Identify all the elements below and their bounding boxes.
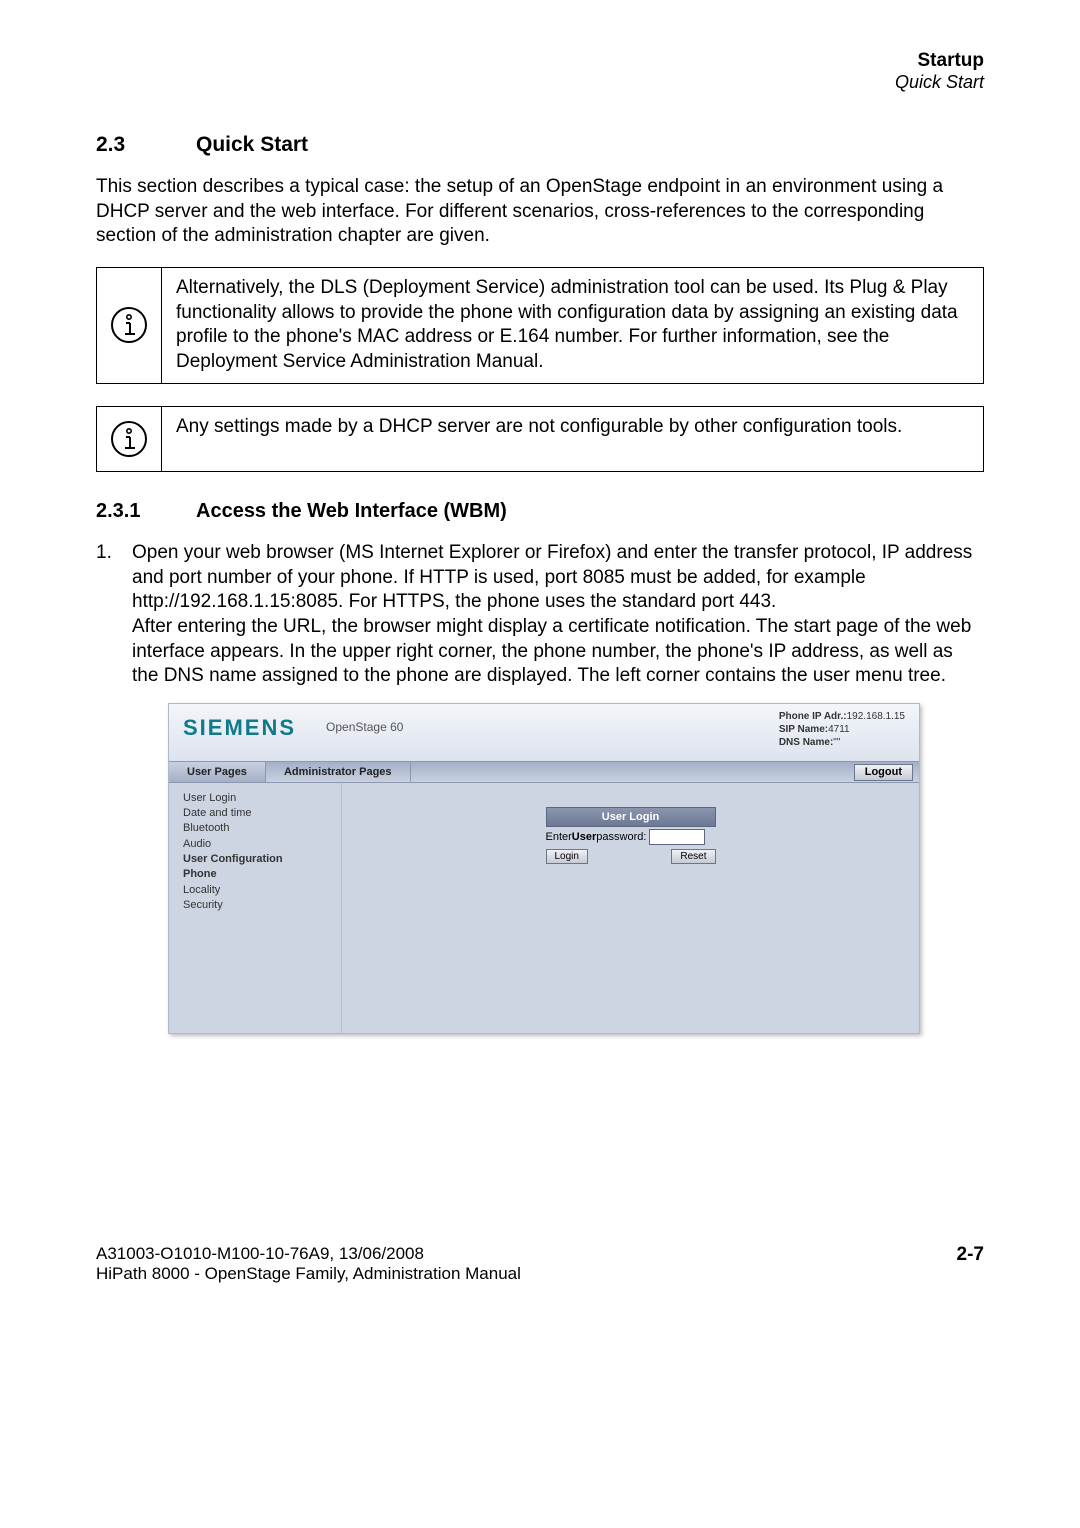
login-panel-title: User Login [546,807,716,827]
header-chapter: Startup [96,50,984,72]
sidebar-item-user-config[interactable]: User Configuration [183,852,333,867]
note-box-1: Alternatively, the DLS (Deployment Servi… [96,267,984,384]
note-text-2: Any settings made by a DHCP server are n… [162,407,983,471]
password-row: Enter User password: [546,829,716,845]
note-box-2: Any settings made by a DHCP server are n… [96,406,984,472]
section-intro: This section describes a typical case: t… [96,175,984,249]
info-icon [97,268,162,383]
note-text-1: Alternatively, the DLS (Deployment Servi… [162,268,983,383]
step-paragraph-1: Open your web browser (MS Internet Explo… [132,541,984,615]
step-paragraph-2: After entering the URL, the browser migh… [132,615,984,689]
sidebar-item-bluetooth[interactable]: Bluetooth [183,821,333,836]
info-icon [97,407,162,471]
footer-left: A31003-O1010-M100-10-76A9, 13/06/2008 Hi… [96,1244,521,1284]
sidebar-item-audio[interactable]: Audio [183,837,333,852]
section-heading: 2.3Quick Start [96,133,984,157]
tab-user-pages[interactable]: User Pages [169,762,266,782]
sip-label: SIP Name: [779,724,828,735]
dns-value: "" [833,737,840,748]
wbm-header: SIEMENS OpenStage 60 Phone IP Adr.:192.1… [169,704,919,761]
sidebar-item-date-time[interactable]: Date and time [183,806,333,821]
sip-value: 4711 [828,724,850,735]
prompt-text-b: User [572,830,596,844]
page-header: Startup Quick Start [96,50,984,93]
page-footer: A31003-O1010-M100-10-76A9, 13/06/2008 Hi… [96,1244,984,1284]
list-body: Open your web browser (MS Internet Explo… [132,541,984,1034]
section-number: 2.3 [96,133,196,157]
sidebar-item-phone[interactable]: Phone [183,867,333,882]
ip-value: 192.168.1.15 [847,711,905,722]
wbm-screenshot: SIEMENS OpenStage 60 Phone IP Adr.:192.1… [168,703,920,1034]
prompt-text-c: password: [596,830,646,844]
device-model: OpenStage 60 [326,720,403,736]
siemens-logo: SIEMENS [183,714,296,743]
password-input[interactable] [649,829,705,845]
subsection-title: Access the Web Interface (WBM) [196,500,507,522]
sidebar-item-locality[interactable]: Locality [183,883,333,898]
login-panel: User Login Enter User password: Login Re… [546,807,716,864]
logout-button[interactable]: Logout [854,764,913,781]
header-section: Quick Start [96,72,984,93]
list-number: 1. [96,541,132,1034]
wbm-body: User Login Date and time Bluetooth Audio… [169,783,919,1033]
wbm-tabbar: User Pages Administrator Pages Logout [169,761,919,783]
ordered-list: 1. Open your web browser (MS Internet Ex… [96,541,984,1034]
tab-admin-pages[interactable]: Administrator Pages [266,762,411,782]
page-number: 2-7 [957,1244,984,1284]
prompt-text-a: Enter [546,830,572,844]
subsection-heading: 2.3.1Access the Web Interface (WBM) [96,500,984,523]
footer-docid: A31003-O1010-M100-10-76A9, 13/06/2008 [96,1244,521,1264]
device-info: Phone IP Adr.:192.168.1.15 SIP Name:4711… [779,710,905,749]
dns-label: DNS Name: [779,737,833,748]
sidebar-item-security[interactable]: Security [183,898,333,913]
wbm-sidebar: User Login Date and time Bluetooth Audio… [169,783,342,1033]
sidebar-item-user-login[interactable]: User Login [183,791,333,806]
list-item: 1. Open your web browser (MS Internet Ex… [96,541,984,1034]
subsection-number: 2.3.1 [96,500,196,523]
footer-title: HiPath 8000 - OpenStage Family, Administ… [96,1264,521,1284]
login-buttons: Login Reset [546,849,716,864]
ip-label: Phone IP Adr.: [779,711,847,722]
login-button[interactable]: Login [546,849,588,864]
wbm-main: User Login Enter User password: Login Re… [342,783,919,1033]
document-page: Startup Quick Start 2.3Quick Start This … [0,0,1080,1334]
reset-button[interactable]: Reset [671,849,715,864]
section-title: Quick Start [196,133,308,156]
